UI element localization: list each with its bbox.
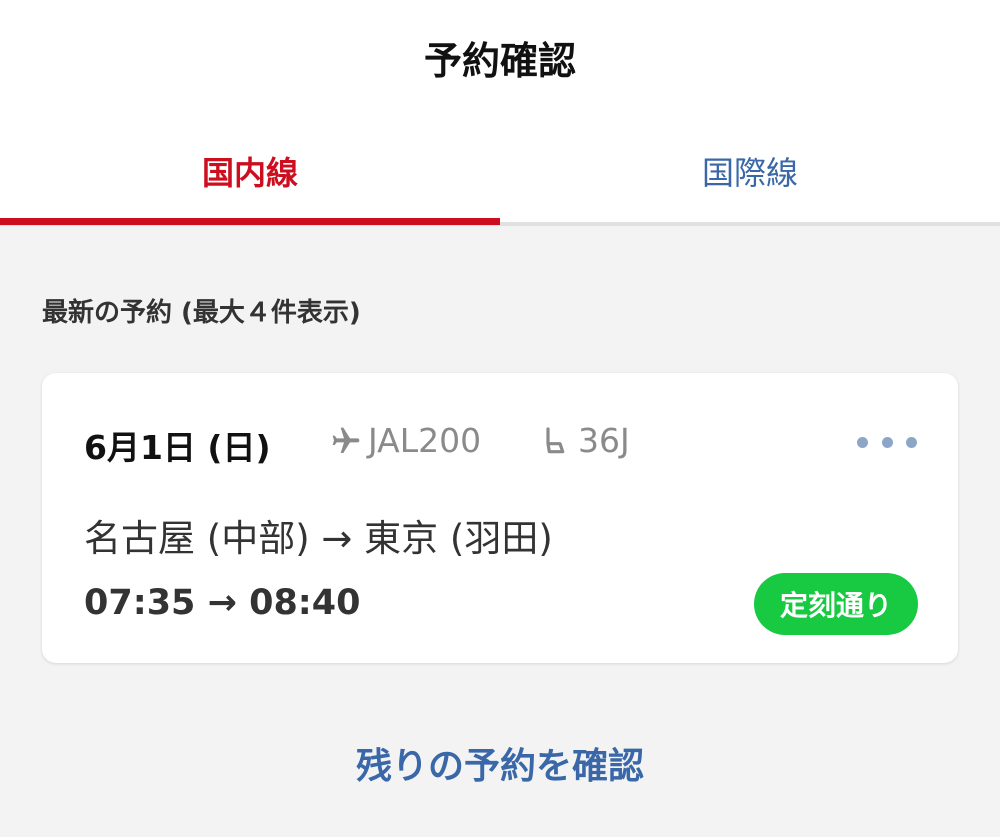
seat-info: 36J	[540, 421, 630, 460]
tab-domestic-label: 国内線	[201, 154, 298, 192]
section-label: 最新の予約 (最大４件表示)	[42, 298, 361, 328]
status-badge: 定刻通り	[754, 573, 918, 635]
more-dot	[857, 436, 868, 448]
tab-bar: 国内線 国際線	[0, 120, 1000, 226]
flight-info: JAL200	[330, 421, 481, 460]
booking-date: 6月1日 (日)	[84, 428, 271, 467]
header: 予約確認	[0, 0, 1000, 120]
flight-route: 名古屋 (中部) → 東京 (羽田)	[84, 517, 553, 560]
view-remaining-bookings-link[interactable]: 残りの予約を確認	[0, 737, 1000, 789]
flight-number: JAL200	[368, 421, 482, 460]
booking-card[interactable]: 6月1日 (日) JAL200 36J 名古屋 (中部) → 東京 (羽田) 0…	[42, 373, 958, 663]
more-dot	[906, 436, 917, 448]
tab-domestic[interactable]: 国内線	[0, 120, 500, 222]
more-horizontal-icon[interactable]	[857, 427, 917, 457]
seat-number: 36J	[578, 421, 630, 460]
flight-times: 07:35 → 08:40	[84, 583, 361, 623]
page-title: 予約確認	[423, 39, 576, 83]
seat-icon	[546, 426, 565, 453]
active-tab-indicator	[0, 218, 500, 225]
airplane-icon	[332, 427, 360, 453]
more-dot	[881, 436, 893, 448]
tab-international-label: 国際線	[701, 154, 798, 192]
tab-international[interactable]: 国際線	[500, 120, 1000, 222]
